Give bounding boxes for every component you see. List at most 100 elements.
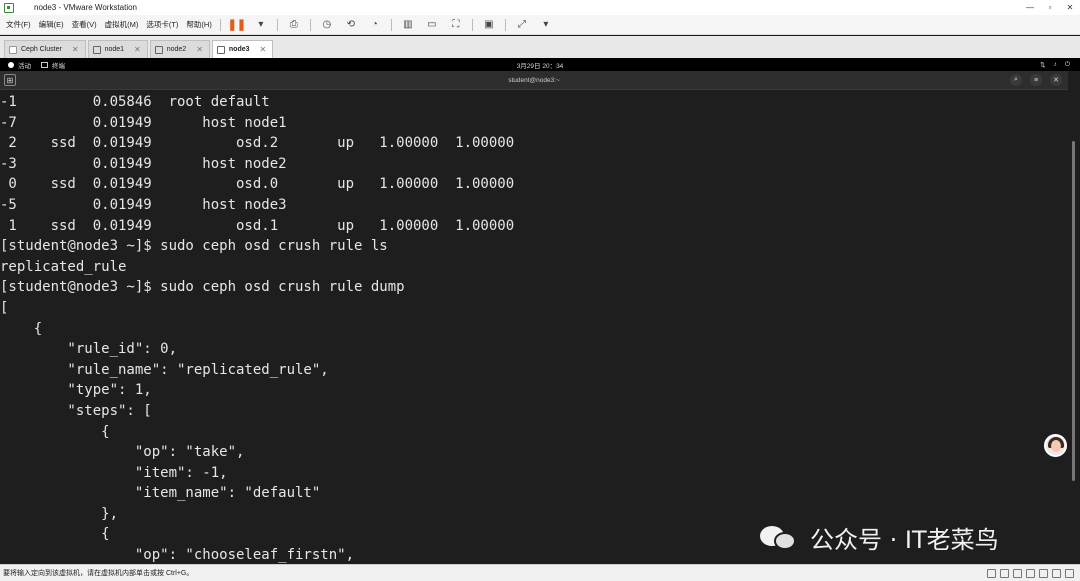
- pause-icon[interactable]: ❚❚: [228, 19, 246, 31]
- terminal-header-bar: ⊞ student@node3:~ ⌕ ≡ ✕: [0, 71, 1068, 90]
- terminal-line: 0 ssd 0.01949 osd.0 up 1.00000 1.00000: [0, 176, 515, 193]
- toolbar-separator: [309, 18, 311, 31]
- system-tray[interactable]: ⇅ ♪ ⏻: [1040, 61, 1070, 69]
- thumbnail-icon[interactable]: ▭: [426, 19, 438, 31]
- tab-node3[interactable]: node3 ✕: [211, 40, 274, 58]
- power-icon: ⏻: [1064, 60, 1070, 68]
- watermark-text: 公众号 · IT老菜鸟: [810, 526, 999, 554]
- dropdown-icon[interactable]: ▾: [255, 19, 267, 31]
- stretch-icon[interactable]: ⤢: [516, 19, 528, 31]
- terminal-line: -7 0.01949 host node1: [0, 114, 287, 131]
- terminal-line: 2 ssd 0.01949 osd.2 up 1.00000 1.00000: [0, 135, 515, 152]
- dropdown-icon[interactable]: ▾: [540, 19, 552, 31]
- app-menu-label: 终端: [52, 62, 65, 70]
- close-window-button[interactable]: ✕: [1060, 3, 1080, 12]
- menu-help[interactable]: 帮助(H): [182, 19, 215, 30]
- menu-tabs[interactable]: 选项卡(T): [142, 19, 182, 30]
- vm-tab-bar: Ceph Cluster ✕ node1 ✕ node2 ✕ node3 ✕: [0, 36, 1080, 58]
- message-icon[interactable]: [1065, 568, 1074, 578]
- terminal-line: {: [0, 320, 43, 337]
- activities-icon: [8, 61, 14, 68]
- terminal-line: "type": 1,: [0, 382, 152, 399]
- terminal-title: student@node3:~: [508, 76, 560, 84]
- close-icon[interactable]: ✕: [196, 45, 203, 54]
- terminal-line: -3 0.01949 host node2: [0, 155, 287, 172]
- menu-file[interactable]: 文件(F): [0, 19, 35, 30]
- tab-label: node1: [104, 46, 125, 53]
- menu-view[interactable]: 查看(V): [68, 19, 101, 30]
- terminal-scrollbar[interactable]: [1068, 71, 1080, 564]
- menu-vm[interactable]: 虚拟机(M): [101, 19, 143, 30]
- tab-label: Ceph Cluster: [21, 46, 62, 53]
- console-view-icon[interactable]: ▣: [483, 19, 495, 31]
- close-icon[interactable]: ✕: [72, 45, 79, 54]
- vm-icon: [154, 45, 163, 54]
- send-ctrl-alt-del-icon[interactable]: ⎙: [288, 19, 300, 31]
- network-adapter-icon[interactable]: [1013, 568, 1022, 578]
- minimize-button[interactable]: —: [1020, 3, 1040, 12]
- new-tab-icon[interactable]: ⊞: [4, 74, 16, 86]
- panel-clock[interactable]: 3月29日 20：34: [517, 60, 564, 70]
- vmware-app-icon: [4, 2, 14, 13]
- menu-icon[interactable]: ≡: [1030, 74, 1042, 86]
- network-icon: ⇅: [1040, 61, 1046, 69]
- terminal-line: "rule_name": "replicated_rule",: [0, 361, 329, 378]
- toolbar-separator: [504, 18, 506, 31]
- toolbar-separator: [390, 18, 392, 31]
- terminal-line: "steps": [: [0, 402, 152, 419]
- window-title-bar: node3 - VMware Workstation — ▫ ✕: [0, 0, 1080, 15]
- tab-node1[interactable]: node1 ✕: [87, 40, 148, 58]
- cdrom-icon[interactable]: [1000, 568, 1009, 578]
- tab-label: node2: [166, 46, 187, 53]
- tab-ceph-cluster[interactable]: Ceph Cluster ✕: [4, 40, 86, 58]
- terminal-line: "rule_id": 0,: [0, 341, 178, 358]
- avatar-face: [1051, 440, 1061, 452]
- tab-label: node3: [228, 46, 250, 53]
- snapshot-manager-icon[interactable]: ◔: [369, 19, 381, 31]
- vm-icon: [216, 45, 225, 54]
- volume-icon: ♪: [1053, 60, 1057, 68]
- close-icon[interactable]: ✕: [1050, 74, 1062, 86]
- status-message: 要将输入定向到该虚拟机，请在虚拟机内部单击或按 Ctrl+G。: [3, 570, 194, 577]
- toolbar-separator: [276, 18, 278, 31]
- terminal-line: "op": "take",: [0, 444, 245, 461]
- toolbar-separator: [471, 18, 473, 31]
- fullscreen-icon[interactable]: ⛶: [450, 19, 462, 31]
- sidebar-toggle-icon[interactable]: ▥: [402, 19, 414, 31]
- folder-icon: [9, 45, 17, 54]
- revert-snapshot-icon[interactable]: ⟲: [345, 19, 357, 31]
- guest-top-panel: 活动 终端 3月29日 20：34 ⇅ ♪ ⏻: [0, 58, 1080, 71]
- scrollbar-thumb[interactable]: [1072, 141, 1075, 481]
- avatar: [1044, 434, 1067, 457]
- display-icon[interactable]: [1052, 568, 1061, 578]
- tab-node2[interactable]: node2 ✕: [149, 40, 210, 58]
- maximize-button[interactable]: ▫: [1040, 3, 1060, 12]
- vm-icon: [92, 45, 101, 54]
- terminal-line: -1 0.05846 root default: [0, 94, 270, 110]
- hdd-icon[interactable]: [987, 568, 996, 578]
- terminal-icon: [41, 61, 48, 68]
- terminal-line: [student@node3 ~]$ sudo ceph osd crush r…: [0, 279, 405, 296]
- wechat-icon: [760, 522, 800, 554]
- terminal-line: [: [0, 299, 9, 316]
- close-icon[interactable]: ✕: [134, 45, 141, 54]
- search-icon[interactable]: ⌕: [1010, 74, 1022, 86]
- terminal-line: "item": -1,: [0, 464, 228, 481]
- terminal-line: 1 ssd 0.01949 osd.1 up 1.00000 1.00000: [0, 217, 515, 234]
- menu-edit[interactable]: 编辑(E): [35, 19, 68, 30]
- terminal-line: -5 0.01949 host node3: [0, 196, 287, 213]
- toolbar-separator: [219, 18, 221, 31]
- vmware-status-bar: 要将输入定向到该虚拟机，请在虚拟机内部单击或按 Ctrl+G。: [0, 564, 1080, 581]
- terminal-output[interactable]: -1 0.05846 root default -7 0.01949 host …: [0, 92, 1068, 564]
- activities-button[interactable]: 活动: [0, 60, 31, 70]
- terminal-app-menu[interactable]: 终端: [41, 60, 65, 70]
- device-status-icons: [987, 568, 1074, 578]
- terminal-line: "item_name": "default": [0, 485, 321, 502]
- terminal-line: [student@node3 ~]$ sudo ceph osd crush r…: [0, 238, 388, 255]
- close-icon[interactable]: ✕: [260, 45, 267, 54]
- snapshot-icon[interactable]: ◷: [321, 19, 333, 31]
- sound-icon[interactable]: [1039, 568, 1048, 578]
- usb-icon[interactable]: [1026, 568, 1035, 578]
- activities-label: 活动: [18, 62, 31, 70]
- menu-bar: 文件(F) 编辑(E) 查看(V) 虚拟机(M) 选项卡(T) 帮助(H) ❚❚…: [0, 15, 1080, 35]
